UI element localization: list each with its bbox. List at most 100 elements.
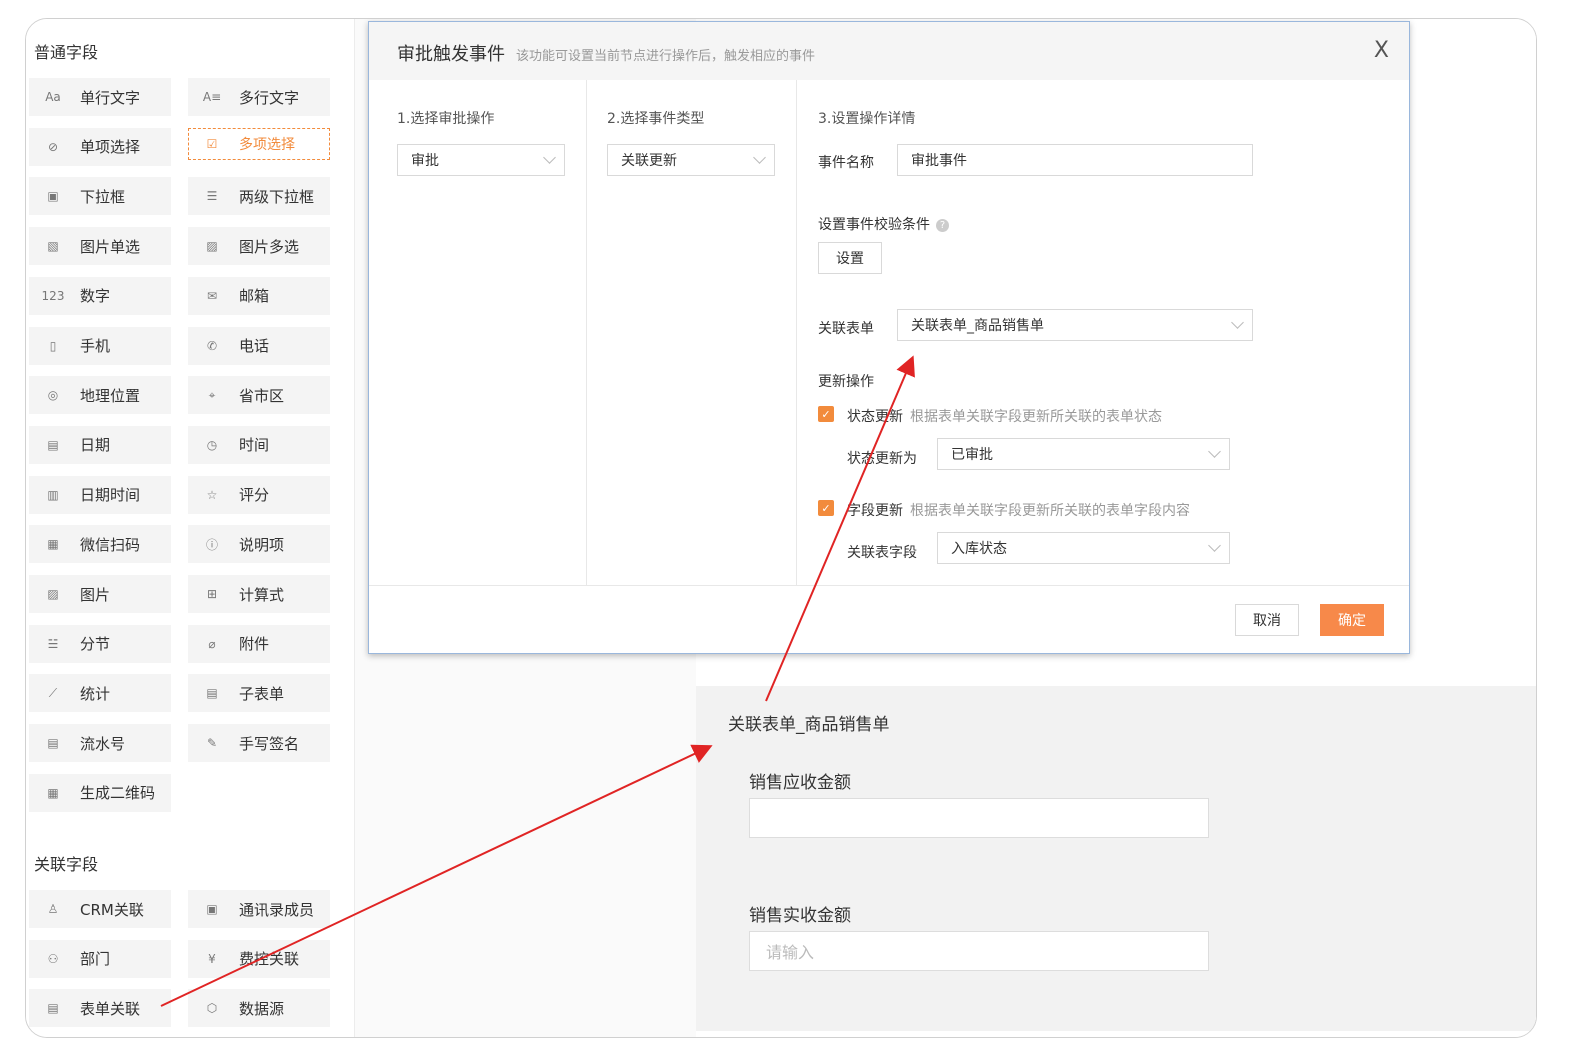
image-icon: ▨ xyxy=(47,587,59,601)
related-form-select[interactable]: 关联表单_商品销售单 xyxy=(897,309,1253,341)
chevron-down-icon xyxy=(1208,539,1221,552)
help-icon[interactable]: ? xyxy=(936,219,949,232)
status-update-checkbox[interactable]: ✓ xyxy=(818,406,834,422)
field-item-1[interactable]: Aa 单行文字 xyxy=(29,78,171,116)
field-item-label: 生成二维码 xyxy=(80,784,156,803)
form-link-icon: ▤ xyxy=(47,1001,59,1016)
field-item-3[interactable]: ⚇ 部门 xyxy=(29,939,171,978)
cube-icon: ⬡ xyxy=(206,1001,218,1016)
calendar-clock-icon: ▥ xyxy=(47,487,59,502)
field-item-4[interactable]: ¥ 费控关联 xyxy=(188,939,330,978)
status-update-hint: 根据表单关联字段更新所关联的表单状态 xyxy=(910,409,1162,425)
status-update-to-label: 状态更新为 xyxy=(847,451,917,467)
field-item-23[interactable]: ☱ 分节 xyxy=(29,624,171,663)
sales-receivable-input[interactable] xyxy=(749,798,1209,838)
field-item-7[interactable]: ▧ 图片单选 xyxy=(29,227,171,266)
multiline-text-icon: A≡ xyxy=(202,90,222,104)
field-item-label: 子表单 xyxy=(239,684,285,703)
field-item-1[interactable]: ♙ CRM关联 xyxy=(29,890,171,928)
field-item-20[interactable]: ⓘ 说明项 xyxy=(188,525,330,564)
contact-card-icon: ▣ xyxy=(206,902,218,916)
column-divider xyxy=(586,80,587,585)
field-item-label: 统计 xyxy=(80,684,111,703)
field-item-label: 手写签名 xyxy=(239,734,300,753)
event-type-value: 关联更新 xyxy=(621,153,677,169)
field-item-label: 邮箱 xyxy=(239,287,270,306)
close-icon[interactable]: X xyxy=(1374,38,1389,63)
checkbox-icon: ☑ xyxy=(206,136,218,151)
field-item-12[interactable]: ✆ 电话 xyxy=(188,326,330,365)
dialog-subtitle: 该功能可设置当前节点进行操作后，触发相应的事件 xyxy=(516,49,816,64)
event-type-select[interactable]: 关联更新 xyxy=(607,144,775,176)
mobile-icon: ▯ xyxy=(49,338,57,353)
field-item-17[interactable]: ▥ 日期时间 xyxy=(29,475,171,514)
field-item-26[interactable]: ▤ 子表单 xyxy=(188,674,330,713)
related-field-select[interactable]: 入库状态 xyxy=(937,532,1230,564)
info-icon: ⓘ xyxy=(205,537,218,552)
field-item-label: 图片多选 xyxy=(239,237,300,256)
field-item-label: 部门 xyxy=(80,950,111,969)
field-item-28[interactable]: ✎ 手写签名 xyxy=(188,724,330,763)
image-multi-icon: ▨ xyxy=(206,239,218,254)
region-pin-icon: ⌖ xyxy=(208,387,216,402)
field-item-16[interactable]: ◷ 时间 xyxy=(188,425,330,464)
confirm-button[interactable]: 确定 xyxy=(1320,604,1384,636)
field-item-2[interactable]: A≡ 多行文字 xyxy=(188,78,330,116)
field-item-24[interactable]: ⌀ 附件 xyxy=(188,624,330,663)
event-name-input[interactable]: 审批事件 xyxy=(897,144,1253,176)
set-condition-button[interactable]: 设置 xyxy=(818,242,882,274)
field-item-27[interactable]: ▤ 流水号 xyxy=(29,724,171,763)
subform-icon: ▤ xyxy=(206,686,218,701)
field-item-14[interactable]: ⌖ 省市区 xyxy=(188,376,330,415)
line-chart-icon: ⟋ xyxy=(48,685,58,700)
qr-scan-icon: ▦ xyxy=(47,537,59,552)
field-item-29[interactable]: ▦ 生成二维码 xyxy=(29,773,171,812)
field-item-13[interactable]: ◎ 地理位置 xyxy=(29,376,171,415)
field-item-2[interactable]: ▣ 通讯录成员 xyxy=(188,890,330,928)
field-item-label: 地理位置 xyxy=(80,386,141,405)
field-item-9[interactable]: 123 数字 xyxy=(29,276,171,315)
field-item-25[interactable]: ⟋ 统计 xyxy=(29,674,171,713)
field-item-18[interactable]: ☆ 评分 xyxy=(188,475,330,514)
field-item-label: 微信扫码 xyxy=(80,535,141,554)
field-item-5[interactable]: ▣ 下拉框 xyxy=(29,177,171,216)
field-item-5[interactable]: ▤ 表单关联 xyxy=(29,989,171,1028)
approval-operation-value: 审批 xyxy=(411,153,439,169)
image-single-icon: ▧ xyxy=(47,239,59,254)
field-palette: 普通字段 Aa 单行文字 A≡ 多行文字 ⊘ 单项选择 ☑ 多项选择 ▣ 下拉框 ☰ 两级下拉框 ▧ 图片… xyxy=(26,19,355,1037)
field-item-21[interactable]: ▨ 图片 xyxy=(29,575,171,613)
cancel-button[interactable]: 取消 xyxy=(1235,604,1299,636)
status-update-to-select[interactable]: 已审批 xyxy=(937,438,1230,470)
sales-received-input[interactable]: 请输入 xyxy=(749,931,1209,971)
field-update-checkbox[interactable]: ✓ xyxy=(818,500,834,516)
formula-icon: ⊞ xyxy=(206,587,218,601)
field-item-4[interactable]: ☑ 多项选择 xyxy=(188,127,330,160)
field-item-3[interactable]: ⊘ 单项选择 xyxy=(29,127,171,166)
related-subform[interactable]: 关联表单_商品销售单 销售应收金额 销售实收金额 请输入 xyxy=(696,686,1536,1031)
event-name-value: 审批事件 xyxy=(911,153,967,169)
related-form-label: 关联表单 xyxy=(818,321,874,337)
related-form-value: 关联表单_商品销售单 xyxy=(911,318,1044,334)
field-item-22[interactable]: ⊞ 计算式 xyxy=(188,575,330,613)
update-operation-label: 更新操作 xyxy=(818,374,874,390)
field-item-15[interactable]: ▤ 日期 xyxy=(29,425,171,464)
field-item-11[interactable]: ▯ 手机 xyxy=(29,326,171,365)
field1-label: 销售应收金额 xyxy=(749,773,851,793)
field-item-label: 分节 xyxy=(80,635,111,654)
approval-operation-select[interactable]: 审批 xyxy=(397,144,565,176)
field-item-6[interactable]: ⬡ 数据源 xyxy=(188,989,330,1028)
field-item-10[interactable]: ✉ 邮箱 xyxy=(188,276,330,315)
two-level-dropdown-icon: ☰ xyxy=(206,189,218,204)
field-item-label: 说明项 xyxy=(239,535,285,554)
calendar-icon: ▤ xyxy=(47,437,59,452)
field-item-6[interactable]: ☰ 两级下拉框 xyxy=(188,177,330,216)
field-item-label: 图片 xyxy=(80,585,111,604)
field-item-label: 数据源 xyxy=(239,999,285,1018)
step2-title: 2.选择事件类型 xyxy=(607,111,705,127)
field-item-19[interactable]: ▦ 微信扫码 xyxy=(29,525,171,564)
text-aa-icon: Aa xyxy=(45,90,61,104)
number-123-icon: 123 xyxy=(41,288,65,303)
column-divider xyxy=(796,80,797,585)
field-item-8[interactable]: ▨ 图片多选 xyxy=(188,227,330,266)
relation-fields-title: 关联字段 xyxy=(34,855,99,874)
